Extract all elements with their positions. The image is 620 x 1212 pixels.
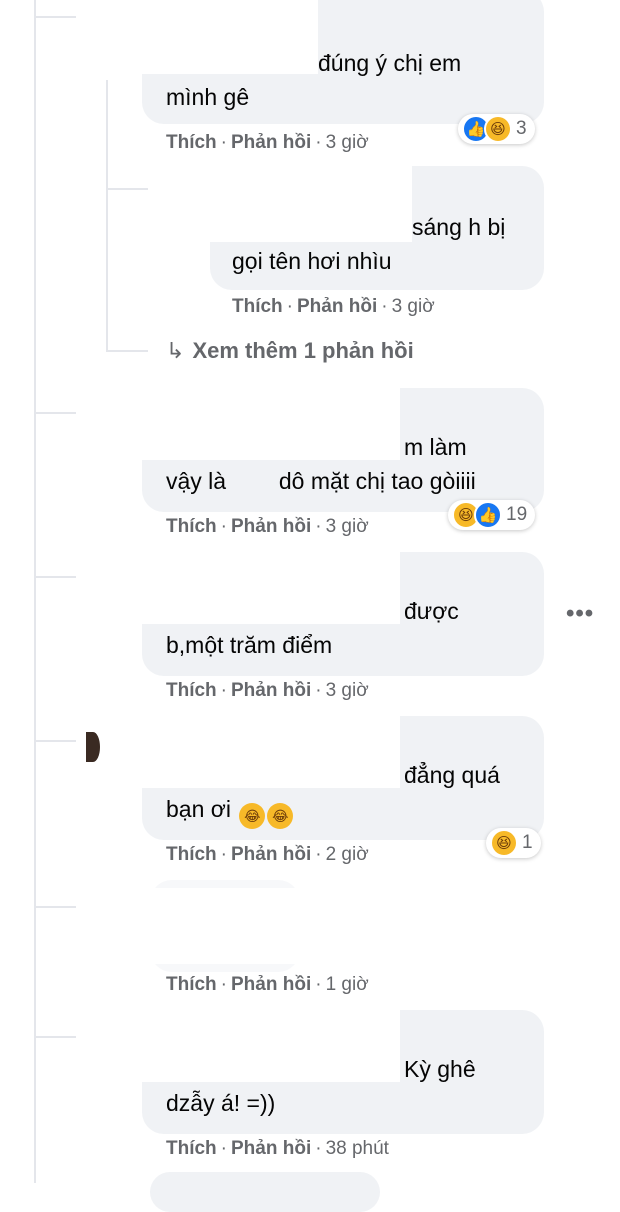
like-icon: 👍 <box>474 501 502 529</box>
thread-branch <box>36 906 76 908</box>
redaction <box>150 888 300 964</box>
comment-actions: Thích · Phản hồi · 3 giờ <box>232 296 435 318</box>
redaction <box>210 166 412 242</box>
comment-time[interactable]: 3 giờ <box>392 296 435 317</box>
reaction-summary[interactable]: 👍 😆 3 <box>458 114 535 144</box>
thread-rail <box>34 0 36 1183</box>
thread-branch <box>36 576 76 578</box>
reply-link[interactable]: Phản hồi <box>231 1138 311 1159</box>
separator: · <box>220 974 227 995</box>
redaction <box>232 472 273 493</box>
reply-link[interactable]: Phản hồi <box>231 844 311 865</box>
comment-actions: Thích · Phản hồi · 3 giờ <box>166 680 369 702</box>
separator: · <box>315 974 322 995</box>
comment-text: đẳng quá <box>404 762 500 788</box>
comment-actions: Thích · Phản hồi · 1 giờ <box>166 974 369 996</box>
comment-text: đúng ý chị em <box>318 50 462 76</box>
like-link[interactable]: Thích <box>166 516 217 537</box>
laughing-crying-emoji-icon: 😂 <box>267 803 294 829</box>
comment-text: m làm <box>404 434 467 460</box>
like-link[interactable]: Thích <box>232 296 283 317</box>
avatar[interactable] <box>86 732 100 762</box>
comment-text: gọi tên hơi nhìu <box>232 248 392 274</box>
separator: · <box>381 296 388 317</box>
comment-text: bạn ơi 😂 😂 <box>166 792 294 829</box>
reaction-summary[interactable]: 😆 1 <box>486 828 541 858</box>
redaction <box>142 0 318 74</box>
thread-branch <box>36 1036 76 1038</box>
thread-branch <box>36 16 76 18</box>
separator: · <box>315 1138 322 1159</box>
more-options-icon[interactable]: ••• <box>566 600 594 628</box>
separator: · <box>220 844 227 865</box>
like-link[interactable]: Thích <box>166 680 217 701</box>
thread-rail <box>106 80 108 352</box>
separator: · <box>220 1138 227 1159</box>
comment-time[interactable]: 3 giờ <box>326 516 369 537</box>
redaction <box>142 388 400 460</box>
comment-time[interactable]: 3 giờ <box>326 132 369 153</box>
like-link[interactable]: Thích <box>166 974 217 995</box>
reply-link[interactable]: Phản hồi <box>231 132 311 153</box>
comment-bubble <box>150 1172 380 1212</box>
reply-arrow-icon: ↳ <box>166 338 185 363</box>
thread-branch <box>106 350 148 352</box>
separator: · <box>315 680 322 701</box>
comment-text: Kỳ ghê <box>404 1056 476 1082</box>
reaction-count: 19 <box>506 504 528 525</box>
laughing-crying-emoji-icon: 😂 <box>239 803 266 829</box>
comment-text: được <box>404 598 459 624</box>
redaction <box>142 716 400 788</box>
comment-text: sáng h bị <box>412 214 506 240</box>
comment-time[interactable]: 38 phút <box>326 1138 389 1159</box>
separator: · <box>220 516 227 537</box>
like-link[interactable]: Thích <box>166 132 217 153</box>
separator: · <box>220 132 227 153</box>
reply-link[interactable]: Phản hồi <box>231 680 311 701</box>
comment-time[interactable]: 1 giờ <box>326 974 369 995</box>
redaction <box>142 552 400 624</box>
separator: · <box>315 516 322 537</box>
reaction-count: 1 <box>522 832 533 853</box>
comment-actions: Thích · Phản hồi · 3 giờ <box>166 516 369 538</box>
separator: · <box>220 680 227 701</box>
reaction-summary[interactable]: 😆 👍 19 <box>448 500 536 530</box>
reply-link[interactable]: Phản hồi <box>297 296 377 317</box>
like-link[interactable]: Thích <box>166 1138 217 1159</box>
thread-branch <box>36 740 76 742</box>
redaction <box>142 1010 400 1082</box>
thread-branch <box>106 188 148 190</box>
reply-link[interactable]: Phản hồi <box>231 516 311 537</box>
haha-icon: 😆 <box>484 115 512 143</box>
separator: · <box>315 844 322 865</box>
see-more-label: Xem thêm 1 phản hồi <box>192 338 414 363</box>
comment-actions: Thích · Phản hồi · 38 phút <box>166 1138 389 1160</box>
comment-time[interactable]: 3 giờ <box>326 680 369 701</box>
comment-text: b,một trăm điểm <box>166 632 333 658</box>
separator: · <box>315 132 322 153</box>
comment-actions: Thích · Phản hồi · 3 giờ <box>166 132 369 154</box>
separator: · <box>286 296 293 317</box>
comment-time[interactable]: 2 giờ <box>326 844 369 865</box>
reply-link[interactable]: Phản hồi <box>231 974 311 995</box>
reaction-count: 3 <box>516 118 527 139</box>
comment-text: vậy là dô mặt chị tao gòiiii <box>166 468 476 494</box>
comment-actions: Thích · Phản hồi · 2 giờ <box>166 844 369 866</box>
thread-branch <box>36 412 76 414</box>
comment-text: dzẫy á! =)) <box>166 1090 276 1116</box>
haha-icon: 😆 <box>490 829 518 857</box>
see-more-replies[interactable]: ↳ Xem thêm 1 phản hồi <box>166 338 414 364</box>
comment-text: mình gê <box>166 84 250 110</box>
like-link[interactable]: Thích <box>166 844 217 865</box>
